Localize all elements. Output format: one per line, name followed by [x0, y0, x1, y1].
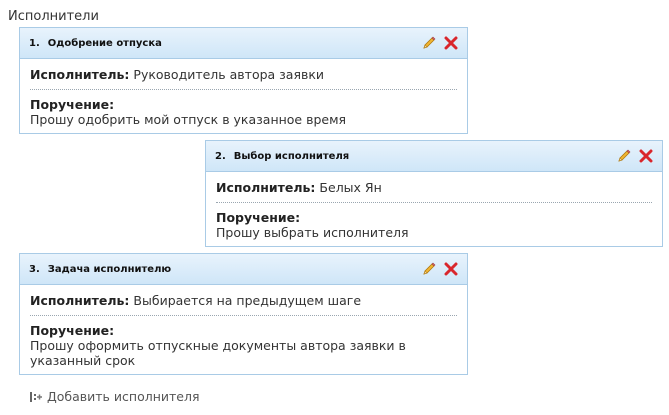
order-label: Поручение:	[30, 323, 115, 338]
executor-card-1: 1. Одобрение отпуска Исполнитель: Руково…	[19, 27, 468, 134]
pencil-icon[interactable]	[616, 148, 632, 164]
executor-row: Исполнитель: Руководитель автора заявки	[30, 59, 457, 90]
order-row: Поручение: Прошу одобрить мой отпуск в у…	[30, 90, 457, 133]
section-title: Исполнители	[8, 9, 99, 24]
card-number: 2.	[215, 150, 226, 162]
order-value: Прошу одобрить мой отпуск в указанное вр…	[30, 112, 347, 127]
add-executor-button[interactable]: Добавить исполнителя	[29, 389, 199, 404]
card-title: Задача исполнителю	[47, 263, 172, 275]
order-label: Поручение:	[30, 97, 115, 112]
card-body: Исполнитель: Выбирается на предыдущем ша…	[20, 285, 467, 374]
card-header: 1. Одобрение отпуска	[20, 28, 467, 59]
executor-value: Белых Ян	[319, 180, 382, 195]
card-title: Одобрение отпуска	[47, 37, 162, 49]
order-label: Поручение:	[216, 210, 301, 225]
order-value: Прошу выбрать исполнителя	[216, 225, 409, 240]
order-value: Прошу оформить отпускные документы автор…	[30, 338, 406, 368]
pencil-icon[interactable]	[421, 261, 437, 277]
executor-row: Исполнитель: Белых Ян	[216, 172, 652, 203]
executor-label: Исполнитель:	[30, 293, 130, 308]
card-header: 2. Выбор исполнителя	[206, 141, 662, 172]
executor-card-3: 3. Задача исполнителю Исполнитель: Выбир…	[19, 253, 468, 375]
add-executor-icon	[29, 390, 43, 404]
card-header: 3. Задача исполнителю	[20, 254, 467, 285]
close-icon[interactable]	[443, 35, 459, 51]
executor-value: Руководитель автора заявки	[133, 67, 325, 82]
order-row: Поручение: Прошу выбрать исполнителя	[216, 203, 652, 246]
card-number: 3.	[29, 263, 40, 275]
card-title: Выбор исполнителя	[233, 150, 350, 162]
pencil-icon[interactable]	[421, 35, 437, 51]
executors-panel: Исполнители 1. Одобрение отпуска Исполни…	[0, 0, 669, 415]
executor-card-2: 2. Выбор исполнителя Исполнитель: Белых …	[205, 140, 663, 247]
close-icon[interactable]	[638, 148, 654, 164]
executor-label: Исполнитель:	[216, 180, 316, 195]
card-body: Исполнитель: Руководитель автора заявки …	[20, 59, 467, 133]
card-number: 1.	[29, 37, 40, 49]
add-executor-label: Добавить исполнителя	[47, 389, 200, 404]
card-body: Исполнитель: Белых Ян Поручение: Прошу в…	[206, 172, 662, 246]
close-icon[interactable]	[443, 261, 459, 277]
order-row: Поручение: Прошу оформить отпускные доку…	[30, 316, 457, 374]
executor-label: Исполнитель:	[30, 67, 130, 82]
executor-value: Выбирается на предыдущем шаге	[133, 293, 362, 308]
executor-row: Исполнитель: Выбирается на предыдущем ша…	[30, 285, 457, 316]
